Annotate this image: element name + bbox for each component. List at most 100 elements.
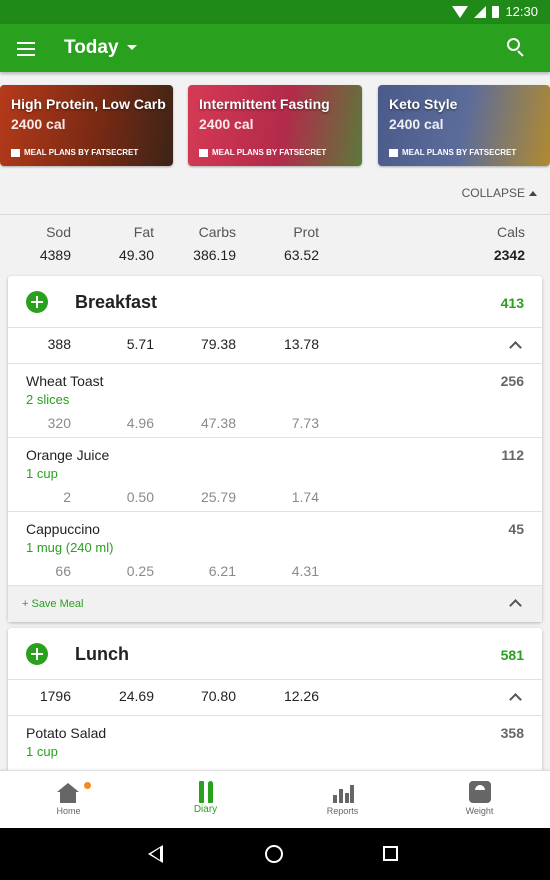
food-portion: 1 cup	[26, 744, 58, 759]
home-button-icon[interactable]	[265, 845, 283, 863]
nav-label: Reports	[326, 806, 359, 816]
wifi-icon	[452, 5, 469, 18]
chevron-up-icon[interactable]	[509, 341, 522, 354]
food-item[interactable]: Orange Juice 1 cup 112 2 0.50 25.79 1.74	[8, 438, 542, 512]
food-prot: 4.31	[291, 563, 319, 579]
meal-card-breakfast: Breakfast 413 388 5.71 79.38 13.78 Wheat…	[8, 276, 542, 622]
save-meal-button[interactable]: + Save Meal	[22, 598, 83, 610]
meal-calories: 413	[500, 295, 524, 311]
daily-totals: Sod Fat Carbs Prot Cals 4389 49.30 386.1…	[0, 224, 550, 270]
app-bar: Today	[0, 24, 550, 72]
food-portion: 1 cup	[26, 466, 58, 481]
fat-total: 49.30	[118, 247, 154, 263]
bottom-navigation: Home Diary Reports Weight	[0, 770, 550, 828]
chevron-up-icon[interactable]	[509, 599, 522, 612]
status-bar: 12:30	[0, 0, 550, 24]
meal-card-lunch: Lunch 581 1796 24.69 70.80 12.26 Potato …	[8, 628, 542, 788]
food-name: Orange Juice	[26, 447, 110, 463]
carbs-total: 386.19	[193, 247, 236, 263]
meal-prot: 12.26	[283, 688, 319, 704]
add-food-icon[interactable]	[26, 291, 48, 313]
food-sod: 320	[47, 415, 71, 431]
meal-plan-calories: 2400 cal	[199, 116, 254, 132]
nav-reports[interactable]: Reports	[274, 771, 411, 829]
meal-calories: 581	[500, 647, 524, 663]
collapse-label: COLLAPSE	[461, 186, 525, 200]
divider	[0, 214, 550, 215]
food-calories: 112	[501, 447, 524, 463]
meal-name: Lunch	[75, 644, 129, 664]
meal-plan-card[interactable]: Intermittent Fasting 2400 cal MEAL PLANS…	[188, 85, 362, 166]
meal-prot: 13.78	[283, 336, 319, 352]
back-icon[interactable]	[148, 845, 163, 863]
signal-icon	[474, 5, 487, 18]
meal-fat: 5.71	[126, 336, 154, 352]
meal-header: Breakfast 413	[8, 276, 542, 328]
chevron-up-icon	[529, 190, 537, 196]
nav-home[interactable]: Home	[0, 771, 137, 829]
sod-total: 4389	[39, 247, 71, 263]
food-fat: 4.96	[126, 415, 154, 431]
prot-total: 63.52	[283, 247, 319, 263]
food-portion: 2 slices	[26, 392, 70, 407]
map-icon	[389, 148, 398, 157]
menu-icon[interactable]	[17, 42, 35, 56]
food-prot: 7.73	[291, 415, 319, 431]
add-food-icon[interactable]	[26, 643, 48, 665]
prot-header: Prot	[293, 224, 319, 240]
system-nav-bar	[0, 828, 550, 880]
meal-plan-calories: 2400 cal	[389, 116, 444, 132]
save-meal-bar: + Save Meal	[8, 586, 542, 622]
food-carbs: 6.21	[208, 563, 236, 579]
meal-plan-card[interactable]: High Protein, Low Carb 2400 cal MEAL PLA…	[0, 85, 173, 166]
dropdown-caret-icon[interactable]	[127, 45, 137, 50]
food-item[interactable]: Wheat Toast 2 slices 256 320 4.96 47.38 …	[8, 364, 542, 438]
nav-label: Home	[56, 806, 81, 816]
recent-apps-icon[interactable]	[383, 846, 398, 861]
clock: 12:30	[505, 4, 538, 19]
meal-summary[interactable]: 388 5.71 79.38 13.78	[8, 328, 542, 364]
meal-fat: 24.69	[118, 688, 154, 704]
reports-icon	[332, 783, 354, 803]
search-icon[interactable]	[507, 38, 525, 57]
meal-carbs: 79.38	[200, 336, 236, 352]
nav-weight[interactable]: Weight	[411, 771, 548, 829]
notification-dot	[84, 782, 91, 789]
nav-label: Weight	[465, 806, 494, 816]
food-calories: 256	[500, 373, 524, 389]
nav-diary[interactable]: Diary	[137, 771, 274, 829]
food-name: Potato Salad	[26, 725, 107, 741]
food-carbs: 47.38	[200, 415, 236, 431]
meal-plan-title: High Protein, Low Carb	[11, 96, 166, 112]
food-calories: 358	[500, 725, 524, 741]
meal-plan-title: Keto Style	[389, 96, 458, 112]
food-name: Wheat Toast	[26, 373, 104, 389]
food-calories: 45	[508, 521, 524, 537]
food-sod: 2	[63, 489, 71, 505]
meal-name: Breakfast	[75, 292, 158, 312]
map-icon	[199, 148, 208, 157]
food-sod: 66	[55, 563, 71, 579]
meal-sod: 1796	[39, 688, 71, 704]
food-item[interactable]: Cappuccino 1 mug (240 ml) 45 66 0.25 6.2…	[8, 512, 542, 586]
meal-plan-footer: MEAL PLANS BY FATSECRET	[24, 148, 139, 157]
date-selector[interactable]: Today	[64, 37, 119, 59]
cals-total: 2342	[493, 247, 525, 263]
meal-summary[interactable]: 1796 24.69 70.80 12.26	[8, 680, 542, 716]
home-icon	[57, 783, 79, 803]
meal-sod: 388	[47, 336, 71, 352]
meal-header: Lunch 581	[8, 628, 542, 680]
chevron-up-icon[interactable]	[509, 693, 522, 706]
nav-label: Diary	[193, 804, 218, 815]
food-prot: 1.74	[291, 489, 319, 505]
diary-icon	[197, 781, 215, 803]
sod-header: Sod	[46, 224, 71, 240]
battery-icon	[492, 5, 500, 18]
food-fat: 0.25	[126, 563, 154, 579]
meal-plan-card[interactable]: Keto Style 2400 cal MEAL PLANS BY FATSEC…	[378, 85, 550, 166]
meal-plan-title: Intermittent Fasting	[199, 96, 330, 112]
map-icon	[11, 148, 20, 157]
food-name: Cappuccino	[26, 521, 100, 537]
fat-header: Fat	[133, 224, 154, 240]
collapse-button[interactable]: COLLAPSE	[462, 186, 537, 200]
